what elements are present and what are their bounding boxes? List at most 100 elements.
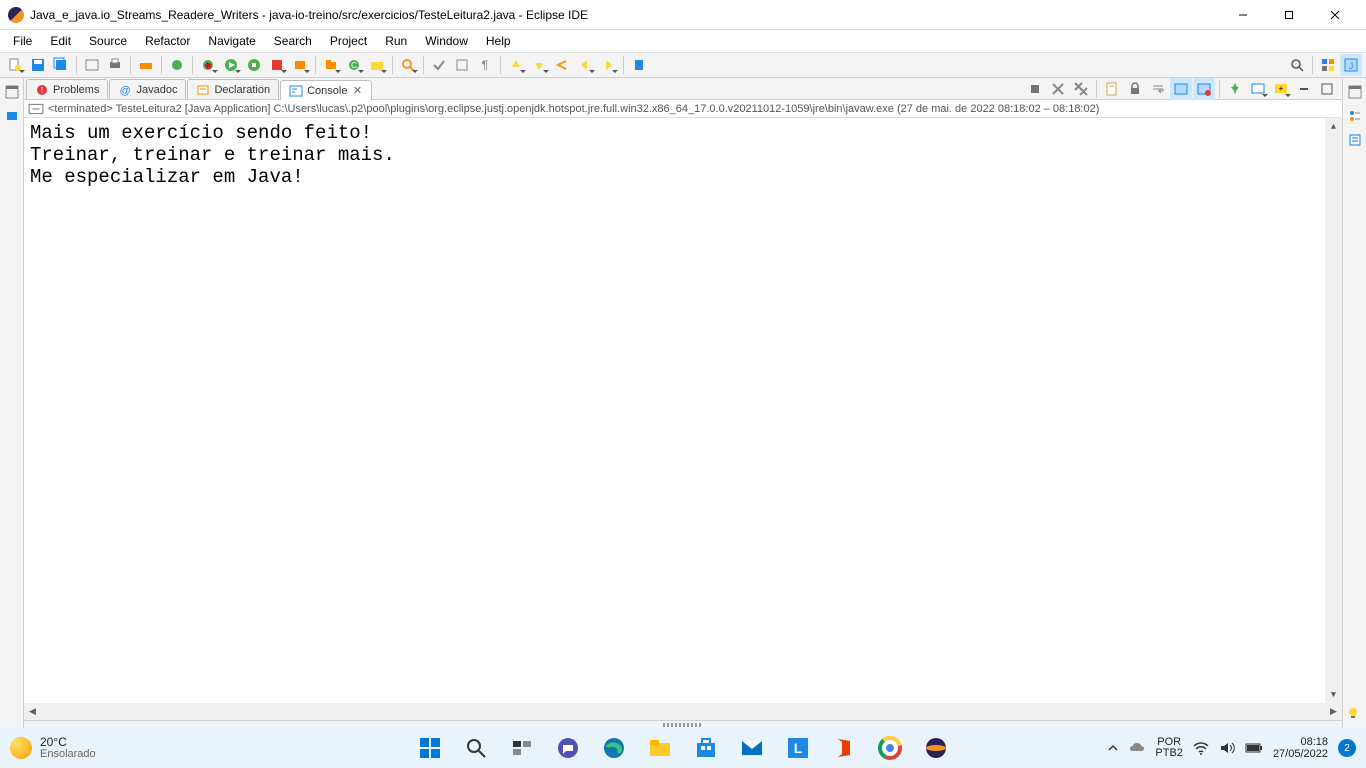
menu-file[interactable]: File bbox=[4, 32, 41, 50]
remove-launch-button[interactable] bbox=[1047, 78, 1069, 100]
store-button[interactable] bbox=[686, 728, 726, 768]
scroll-lock-button[interactable] bbox=[1124, 78, 1146, 100]
tab-console[interactable]: Console ✕ bbox=[280, 80, 372, 100]
scroll-down-icon[interactable]: ▼ bbox=[1325, 686, 1342, 703]
forward-button[interactable] bbox=[597, 54, 619, 76]
menu-search[interactable]: Search bbox=[265, 32, 321, 50]
console-output[interactable]: Mais um exercício sendo feito! Treinar, … bbox=[24, 118, 1342, 703]
edge-button[interactable] bbox=[594, 728, 634, 768]
minimize-view-button[interactable] bbox=[1293, 78, 1315, 100]
java-perspective-button[interactable]: J bbox=[1340, 54, 1362, 76]
show-console-on-out-button[interactable] bbox=[1170, 78, 1192, 100]
menu-project[interactable]: Project bbox=[321, 32, 376, 50]
new-package-button[interactable] bbox=[320, 54, 342, 76]
sash-bar[interactable] bbox=[24, 720, 1342, 728]
new-class-button[interactable]: C bbox=[343, 54, 365, 76]
chrome-button[interactable] bbox=[870, 728, 910, 768]
menu-refactor[interactable]: Refactor bbox=[136, 32, 199, 50]
tab-javadoc[interactable]: @ Javadoc bbox=[109, 79, 186, 99]
word-wrap-button[interactable] bbox=[1147, 78, 1169, 100]
scroll-up-icon[interactable]: ▲ bbox=[1325, 118, 1342, 135]
drag-handle-icon bbox=[663, 723, 703, 727]
toggle-block-button[interactable] bbox=[451, 54, 473, 76]
menu-edit[interactable]: Edit bbox=[41, 32, 80, 50]
show-console-on-err-button[interactable] bbox=[1193, 78, 1215, 100]
battery-icon[interactable] bbox=[1245, 742, 1263, 754]
app-l-button[interactable]: L bbox=[778, 728, 818, 768]
menu-navigate[interactable]: Navigate bbox=[199, 32, 264, 50]
debug-button[interactable]: 🐞 bbox=[197, 54, 219, 76]
mail-button[interactable] bbox=[732, 728, 772, 768]
tab-problems[interactable]: ! Problems bbox=[26, 79, 108, 99]
clear-console-button[interactable] bbox=[1101, 78, 1123, 100]
maximize-view-button[interactable] bbox=[1316, 78, 1338, 100]
clock[interactable]: 08:18 27/05/2022 bbox=[1273, 736, 1328, 760]
wifi-icon[interactable] bbox=[1193, 740, 1209, 756]
external-tools-button[interactable] bbox=[289, 54, 311, 76]
volume-icon[interactable] bbox=[1219, 740, 1235, 756]
menu-window[interactable]: Window bbox=[416, 32, 477, 50]
office-button[interactable] bbox=[824, 728, 864, 768]
minimize-button[interactable] bbox=[1220, 0, 1266, 30]
new-button[interactable] bbox=[4, 54, 26, 76]
declaration-icon bbox=[196, 83, 210, 97]
outline-button[interactable] bbox=[1345, 106, 1365, 126]
annotation-prev-button[interactable] bbox=[505, 54, 527, 76]
start-button[interactable] bbox=[410, 728, 450, 768]
vertical-scrollbar[interactable]: ▲ ▼ bbox=[1325, 118, 1342, 703]
tip-bulb-icon[interactable] bbox=[1346, 706, 1360, 720]
terminate-button[interactable] bbox=[1024, 78, 1046, 100]
toggle-mark-button[interactable] bbox=[428, 54, 450, 76]
close-tab-icon[interactable]: ✕ bbox=[351, 84, 363, 97]
display-console-button[interactable] bbox=[1247, 78, 1269, 100]
maximize-button[interactable] bbox=[1266, 0, 1312, 30]
close-button[interactable] bbox=[1312, 0, 1358, 30]
collapse-icon[interactable] bbox=[28, 101, 44, 117]
horizontal-scrollbar[interactable]: ◀ ▶ bbox=[24, 703, 1342, 720]
restore-right-button[interactable] bbox=[1345, 82, 1365, 102]
center-panel: ! Problems @ Javadoc Declaration Console… bbox=[24, 78, 1342, 728]
menu-source[interactable]: Source bbox=[80, 32, 136, 50]
task-view-button[interactable] bbox=[502, 728, 542, 768]
print-button[interactable] bbox=[104, 54, 126, 76]
tray-chevron-icon[interactable] bbox=[1107, 742, 1119, 754]
scroll-right-icon[interactable]: ▶ bbox=[1325, 703, 1342, 720]
explorer-button[interactable] bbox=[640, 728, 680, 768]
notification-badge[interactable]: 2 bbox=[1338, 739, 1356, 757]
weather-widget[interactable]: 20°C Ensolarado bbox=[10, 736, 96, 760]
restore-view-button[interactable] bbox=[2, 82, 22, 102]
run-last-button[interactable] bbox=[266, 54, 288, 76]
task-list-button[interactable] bbox=[1345, 130, 1365, 150]
last-edit-button[interactable] bbox=[551, 54, 573, 76]
pin-console-button[interactable] bbox=[1224, 78, 1246, 100]
annotation-next-button[interactable] bbox=[528, 54, 550, 76]
onedrive-icon[interactable] bbox=[1129, 740, 1145, 756]
pin-button[interactable] bbox=[628, 54, 650, 76]
chat-button[interactable] bbox=[548, 728, 588, 768]
scroll-left-icon[interactable]: ◀ bbox=[24, 703, 41, 720]
menu-help[interactable]: Help bbox=[477, 32, 520, 50]
minimized-view-button[interactable] bbox=[2, 106, 22, 126]
tab-label: Declaration bbox=[214, 84, 270, 96]
open-type-button[interactable] bbox=[166, 54, 188, 76]
search-taskbar-button[interactable] bbox=[456, 728, 496, 768]
search-access-button[interactable] bbox=[1286, 54, 1308, 76]
menu-run[interactable]: Run bbox=[376, 32, 416, 50]
run-button[interactable] bbox=[220, 54, 242, 76]
new-folder-button[interactable] bbox=[366, 54, 388, 76]
show-whitespace-button[interactable]: ¶ bbox=[474, 54, 496, 76]
open-console-button[interactable]: + bbox=[1270, 78, 1292, 100]
undo-button[interactable] bbox=[81, 54, 103, 76]
save-button[interactable] bbox=[27, 54, 49, 76]
open-perspective-button[interactable] bbox=[1317, 54, 1339, 76]
search-button[interactable] bbox=[397, 54, 419, 76]
language-indicator[interactable]: POR PTB2 bbox=[1155, 737, 1183, 759]
back-button[interactable] bbox=[574, 54, 596, 76]
build-button[interactable] bbox=[135, 54, 157, 76]
remove-all-button[interactable] bbox=[1070, 78, 1092, 100]
tab-declaration[interactable]: Declaration bbox=[187, 79, 279, 99]
save-all-button[interactable] bbox=[50, 54, 72, 76]
coverage-button[interactable] bbox=[243, 54, 265, 76]
tab-label: Console bbox=[307, 85, 347, 97]
eclipse-taskbar-button[interactable] bbox=[916, 728, 956, 768]
